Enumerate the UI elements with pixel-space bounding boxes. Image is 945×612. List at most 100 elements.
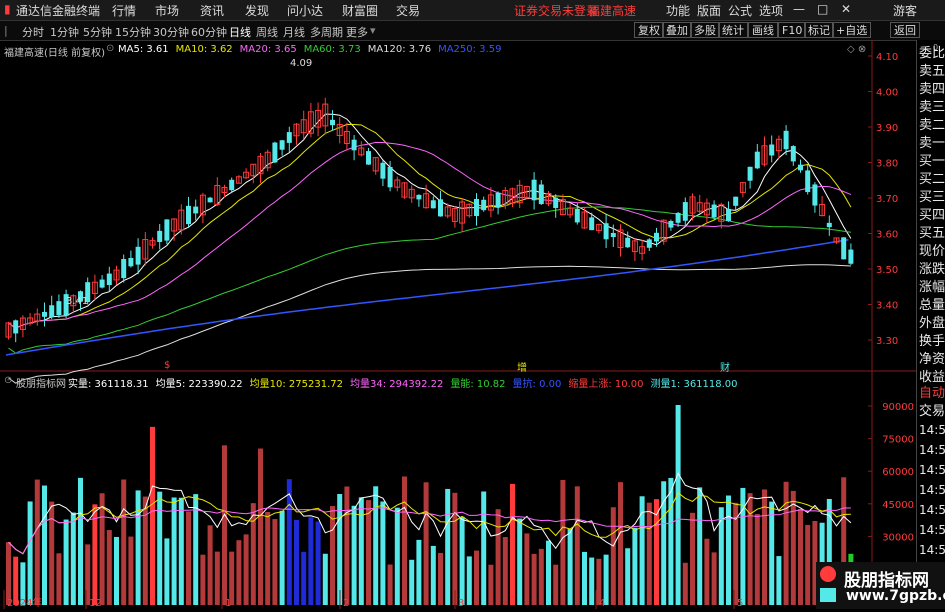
candle-body-down (99, 279, 105, 288)
menu-trade[interactable]: 交易 (396, 2, 420, 19)
trade-label[interactable]: 交易 (919, 404, 945, 420)
volume-bar (171, 497, 177, 605)
period-tab-1min[interactable]: 1分钟 (50, 24, 79, 40)
menu-function[interactable]: 功能 (666, 2, 690, 19)
volume-bar (776, 556, 782, 605)
minimize-icon[interactable]: — (793, 2, 805, 16)
volume-bar (344, 486, 350, 605)
toolbar-collapse-icon[interactable]: | (4, 24, 8, 37)
volume-bar (301, 551, 307, 605)
f10-button[interactable]: F10 (778, 22, 807, 38)
event-marker-dividend[interactable]: $ (164, 360, 170, 371)
volume-bar (157, 491, 163, 605)
period-tab-60min[interactable]: 60分钟 (191, 24, 227, 40)
menu-market[interactable]: 市场 (155, 2, 179, 19)
menu-layout[interactable]: 版面 (697, 2, 721, 19)
candle-body-down (481, 199, 487, 211)
quote-field-11: 现价 (919, 244, 945, 259)
volume-bar (394, 507, 400, 605)
volume-bar (322, 553, 328, 605)
volume-bar (726, 495, 731, 605)
period-tab-5min[interactable]: 5分钟 (83, 24, 112, 40)
period-tab-30min[interactable]: 30分钟 (153, 24, 189, 40)
tick-time-6: 14:56 (919, 543, 945, 557)
volume-bar (402, 476, 407, 605)
candle-body-down (603, 223, 609, 240)
close-icon[interactable]: ✕ (841, 2, 851, 16)
add-watchlist-button[interactable]: +自选 (832, 22, 872, 38)
menu-options[interactable]: 选项 (759, 2, 783, 19)
overlay-button[interactable]: 叠加 (662, 22, 692, 38)
time-tick-label: 1 (225, 598, 231, 609)
price-tick-label: 3.30 (876, 336, 898, 347)
current-stock-name: 福建高速 (588, 4, 637, 18)
menu-formula[interactable]: 公式 (728, 2, 752, 19)
kline-chart-area[interactable]: 4.10 4.00 3.90 3.80 3.70 3.60 3.50 3.40 3.30 900… (0, 40, 916, 609)
volume-bar (351, 505, 357, 605)
menu-wealth-circle[interactable]: 财富圈 (342, 2, 378, 19)
candle-body-down (654, 232, 659, 242)
quote-field-9: 买四 (919, 208, 945, 223)
candle-body-down (193, 206, 199, 214)
volume-bar (610, 507, 616, 605)
guest-label[interactable]: 游客 (893, 2, 917, 19)
volume-legend-item-5: 量抗: 0.00 (512, 379, 562, 390)
period-tab-multi[interactable]: 多周期 (310, 24, 343, 40)
period-tab-more[interactable]: 更多 (346, 24, 368, 40)
menu-discover[interactable]: 发现 (245, 2, 269, 19)
volume-tick-label-right: 45000 (882, 500, 914, 511)
more-dropdown-icon[interactable]: ▾ (370, 24, 376, 37)
event-marker-increase[interactable]: 增 (517, 359, 527, 374)
period-tab-monthly[interactable]: 月线 (283, 24, 305, 40)
volume-bar (445, 488, 451, 605)
ma-legend-item-2: MA20: 3.65 (239, 44, 297, 55)
volume-collapse-icon[interactable]: ⊙ (4, 375, 12, 386)
price-y-axis: 4.10 4.00 3.90 3.80 3.70 3.60 3.50 3.40 3.30 (876, 52, 898, 347)
volume-bar (618, 482, 623, 605)
event-marker-finance[interactable]: 财 (720, 359, 730, 374)
volume-bar (358, 497, 364, 605)
volume-bar (78, 477, 83, 605)
volume-bar (769, 501, 775, 605)
volume-bar (186, 511, 191, 605)
volume-bar (517, 518, 523, 605)
back-button[interactable]: 返回 (890, 22, 920, 38)
volume-legend-item-2: 均量10: 275231.72 (249, 379, 343, 390)
chart-corner-icons[interactable]: ◇ ⊗ (847, 44, 866, 55)
trade-login-status[interactable]: 证券交易未登录 (514, 2, 598, 19)
volume-bar (308, 517, 314, 605)
volume-bar (682, 562, 688, 605)
candle-body-down (783, 130, 789, 150)
volume-bar (668, 477, 674, 605)
multi-stock-button[interactable]: 多股 (690, 22, 720, 38)
draw-line-button[interactable]: 画线 (748, 22, 778, 38)
restore-rights-button[interactable]: 复权 (634, 22, 664, 38)
period-tab-daily[interactable]: 日线 (229, 24, 251, 40)
auto-trade-label[interactable]: 自动 (919, 386, 945, 402)
period-tab-15min[interactable]: 15分钟 (115, 24, 151, 40)
volume-bar (272, 519, 278, 605)
volume-legend-item-6: 缩量上涨: 10.00 (568, 379, 644, 390)
menu-quotes[interactable]: 行情 (112, 2, 136, 19)
mark-button[interactable]: 标记 (804, 22, 834, 38)
candle-body-down (826, 222, 832, 228)
volume-bar (150, 426, 155, 605)
candle-body-down (790, 146, 796, 162)
high-price-label: 4.09 (290, 58, 313, 69)
candle-body-down (135, 246, 141, 265)
statistics-button[interactable]: 统计 (718, 22, 748, 38)
menu-ask[interactable]: 问小达 (287, 2, 323, 19)
quote-field-4: 卖二 (919, 118, 945, 133)
maximize-icon[interactable]: □ (817, 2, 828, 16)
volume-bar (243, 534, 249, 605)
candle-body-down (531, 179, 537, 201)
quote-field-5: 卖一 (919, 136, 945, 151)
period-tab-weekly[interactable]: 周线 (256, 24, 278, 40)
volume-bar (330, 506, 335, 605)
price-tick-label: 3.90 (876, 123, 898, 134)
ma5-line (8, 113, 852, 329)
volume-bar (409, 559, 415, 605)
indicator-collapse-icon[interactable]: ⊙ (106, 43, 114, 54)
period-tab-timeshare[interactable]: 分时 (22, 24, 44, 40)
menu-news[interactable]: 资讯 (200, 2, 224, 19)
